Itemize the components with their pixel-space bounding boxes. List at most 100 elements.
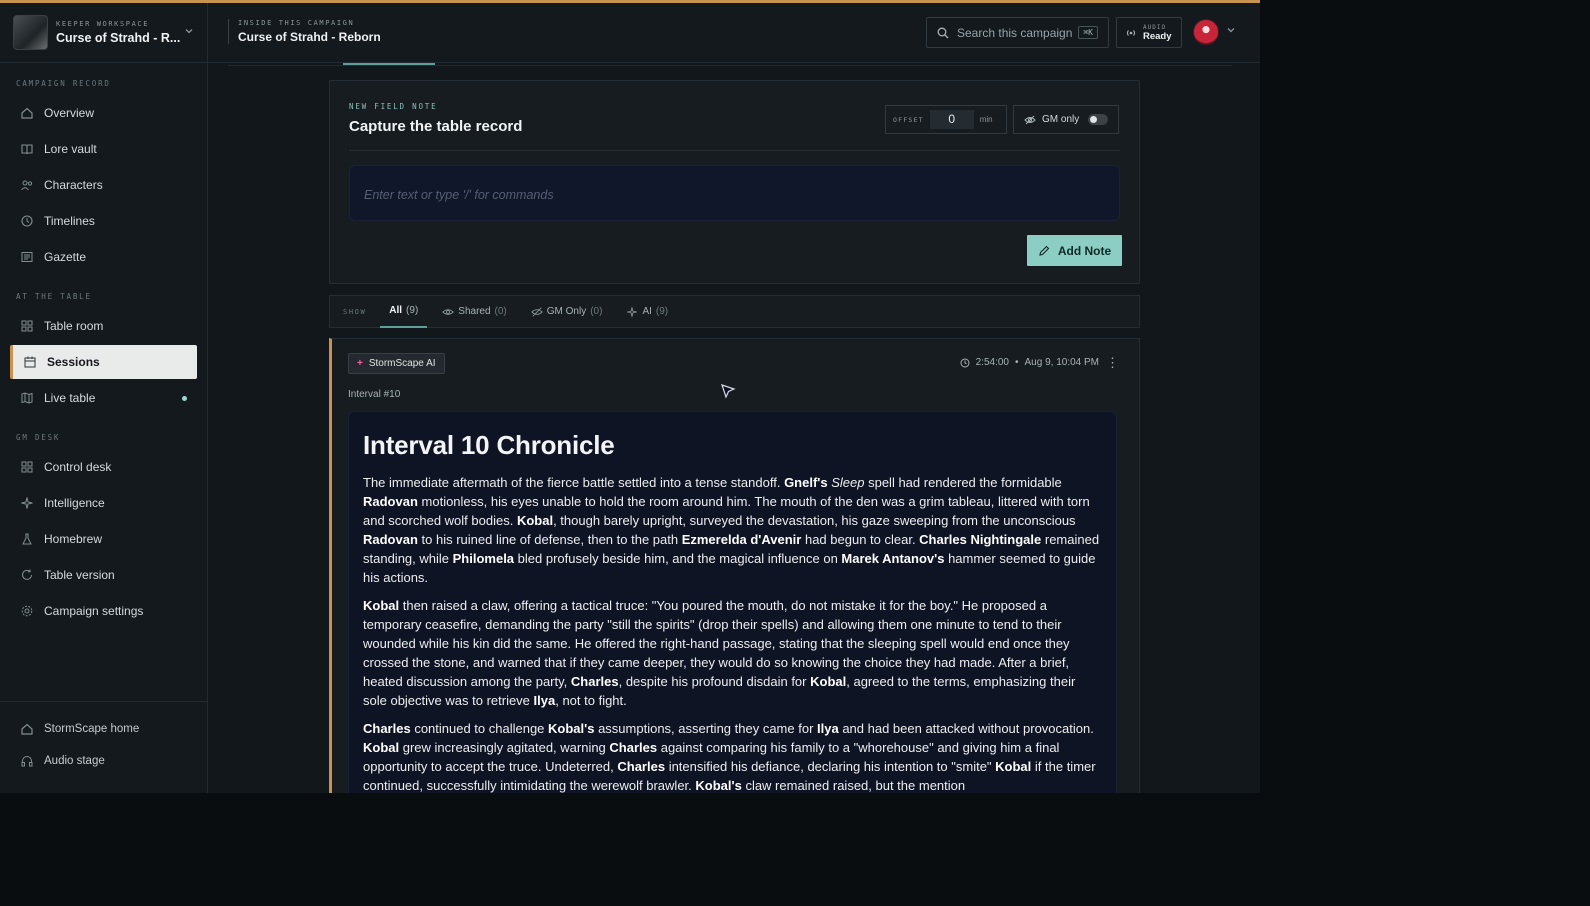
sidebar-item-control-desk[interactable]: Control desk [10,450,197,484]
filter-tab-label: Shared [458,306,491,317]
sidebar-item-intelligence[interactable]: Intelligence [10,486,197,520]
chronicle-text: spell had rendered the formidable [864,475,1062,490]
live-indicator-dot [182,395,187,401]
sidebar-item-label: Live table [44,391,96,405]
meta-separator: • [1014,357,1019,368]
book-icon [20,142,34,156]
add-note-button[interactable]: Add Note [1027,235,1122,266]
audio-kicker: AUDIO [1143,23,1167,31]
search-input[interactable]: Search this campaign ⌘K [926,17,1109,48]
sidebar-item-table-room[interactable]: Table room [10,309,197,343]
offset-input[interactable]: 0 [929,110,974,129]
sidebar-item-label: Timelines [44,214,95,228]
app-window: KEEPER WORKSPACE Curse of Strahd - R... … [0,0,1260,793]
sidebar: KEEPER WORKSPACE Curse of Strahd - R... … [0,3,208,793]
filter-tab-gm-only[interactable]: GM Only (0) [522,295,612,328]
eye-off-icon [530,306,543,318]
character-name: Kobal's [548,721,595,736]
sidebar-item-label: Intelligence [44,496,105,510]
sidebar-item-gazette[interactable]: Gazette [10,240,197,274]
sidebar-item-label: StormScape home [44,723,140,735]
headphones-icon [20,754,34,768]
active-tab-indicator [343,63,435,65]
character-name: Kobal [810,674,847,689]
backdrop-bottom [0,793,1590,906]
filter-tab-shared[interactable]: Shared (0) [433,295,515,328]
filter-tab-count: (0) [590,306,603,317]
clock-icon [960,358,970,368]
chronicle-paragraph: Kobal then raised a claw, offering a tac… [363,596,1102,710]
filter-tab-label: AI [642,306,652,317]
home-icon [20,106,34,120]
sidebar-nav: CAMPAIGN RECORD Overview Lore vault Charact… [0,79,207,628]
character-name: Radovan [363,494,418,509]
entry-time: 2:54:00 [975,357,1009,368]
sidebar-section-label: GM DESK [16,433,61,442]
broadcast-icon [1125,27,1137,39]
sidebar-item-overview[interactable]: Overview [10,96,197,130]
sidebar-item-lore-vault[interactable]: Lore vault [10,132,197,166]
sidebar-section-label: CAMPAIGN RECORD [16,79,111,88]
sidebar-item-timelines[interactable]: Timelines [10,204,197,238]
gm-only-label: GM only [1042,114,1080,125]
chronicle-text: and had been attacked without provocatio… [838,721,1094,736]
filter-tab-label: All [389,305,403,316]
chronicle-text: to his ruined line of defense, then to t… [417,532,682,547]
sparkles-icon [626,306,638,318]
sidebar-item-stormscape-home[interactable]: StormScape home [10,714,197,744]
sidebar-item-campaign-settings[interactable]: Campaign settings [10,594,197,628]
filter-tab-all[interactable]: All (9) [380,295,428,328]
sidebar-item-label: Table room [44,319,104,333]
more-options-icon[interactable]: ⋮ [1106,355,1119,371]
character-name: Charles [609,740,658,755]
grid-icon [20,460,34,474]
main-content: NEW FIELD NOTE Capture the table record … [208,63,1260,793]
filter-tab-ai[interactable]: AI (9) [617,295,677,328]
chronicle-text: bled profusely beside him, and the magic… [514,551,842,566]
character-name: Kobal [995,759,1032,774]
eye-icon [442,306,455,318]
sidebar-item-audio-stage[interactable]: Audio stage [10,746,197,776]
character-name: Kobal's [695,778,742,793]
workspace-switcher[interactable]: KEEPER WORKSPACE Curse of Strahd - R... [0,3,207,63]
audio-status: Ready [1143,30,1172,42]
sidebar-item-label: Table version [44,568,115,582]
sidebar-item-label: Lore vault [44,142,97,156]
audio-status-button[interactable]: AUDIO Ready [1116,17,1182,48]
note-editor[interactable]: Enter text or type '/' for commands [349,165,1120,221]
sidebar-item-live-table[interactable]: Live table [10,381,197,415]
character-name: Charles [570,674,619,689]
chronicle-text: , despite his profound disdain for [618,674,811,689]
campaign-title: Curse of Strahd - Reborn [238,30,381,44]
chronicle-text: The immediate aftermath of the fierce ba… [363,475,785,490]
chronicle-text: intensified his defiance, declaring his … [665,759,996,774]
sidebar-item-homebrew[interactable]: Homebrew [10,522,197,556]
chronicle-text: continued to challenge [410,721,549,736]
chronicle-heading: Interval 10 Chronicle [363,430,615,460]
offset-control: OFFSET 0 min [885,105,1007,134]
toggle-switch[interactable] [1088,114,1108,125]
top-bar: INSIDE THIS CAMPAIGN Curse of Strahd - R… [208,3,1260,63]
filter-tab-count: (0) [494,306,507,317]
map-icon [20,391,34,405]
sidebar-item-sessions[interactable]: Sessions [10,345,197,379]
avatar[interactable] [1193,19,1219,45]
sidebar-item-characters[interactable]: Characters [10,168,197,202]
character-name: Ilya [817,721,839,736]
gm-only-toggle[interactable]: GM only [1013,105,1119,134]
backdrop-right [1260,0,1590,906]
character-name: Kobal [363,598,400,613]
offset-unit: min [979,115,993,124]
character-name: Radovan [363,532,418,547]
chronicle-text: assumptions, asserting they came for [594,721,818,736]
workspace-kicker: KEEPER WORKSPACE [56,20,150,28]
sidebar-item-label: Sessions [47,355,100,369]
chronicle-text: claw remained raised, but the mention [741,778,966,793]
filter-tab-count: (9) [406,305,419,316]
sidebar-item-table-version[interactable]: Table version [10,558,197,592]
chevron-down-icon[interactable] [1226,25,1236,38]
sidebar-item-label: Overview [44,106,95,120]
filter-bar: SHOW All (9) Shared (0) GM Only (0) AI (9) [329,295,1140,328]
character-name: Charles [617,759,666,774]
sparkles-icon [20,496,34,510]
